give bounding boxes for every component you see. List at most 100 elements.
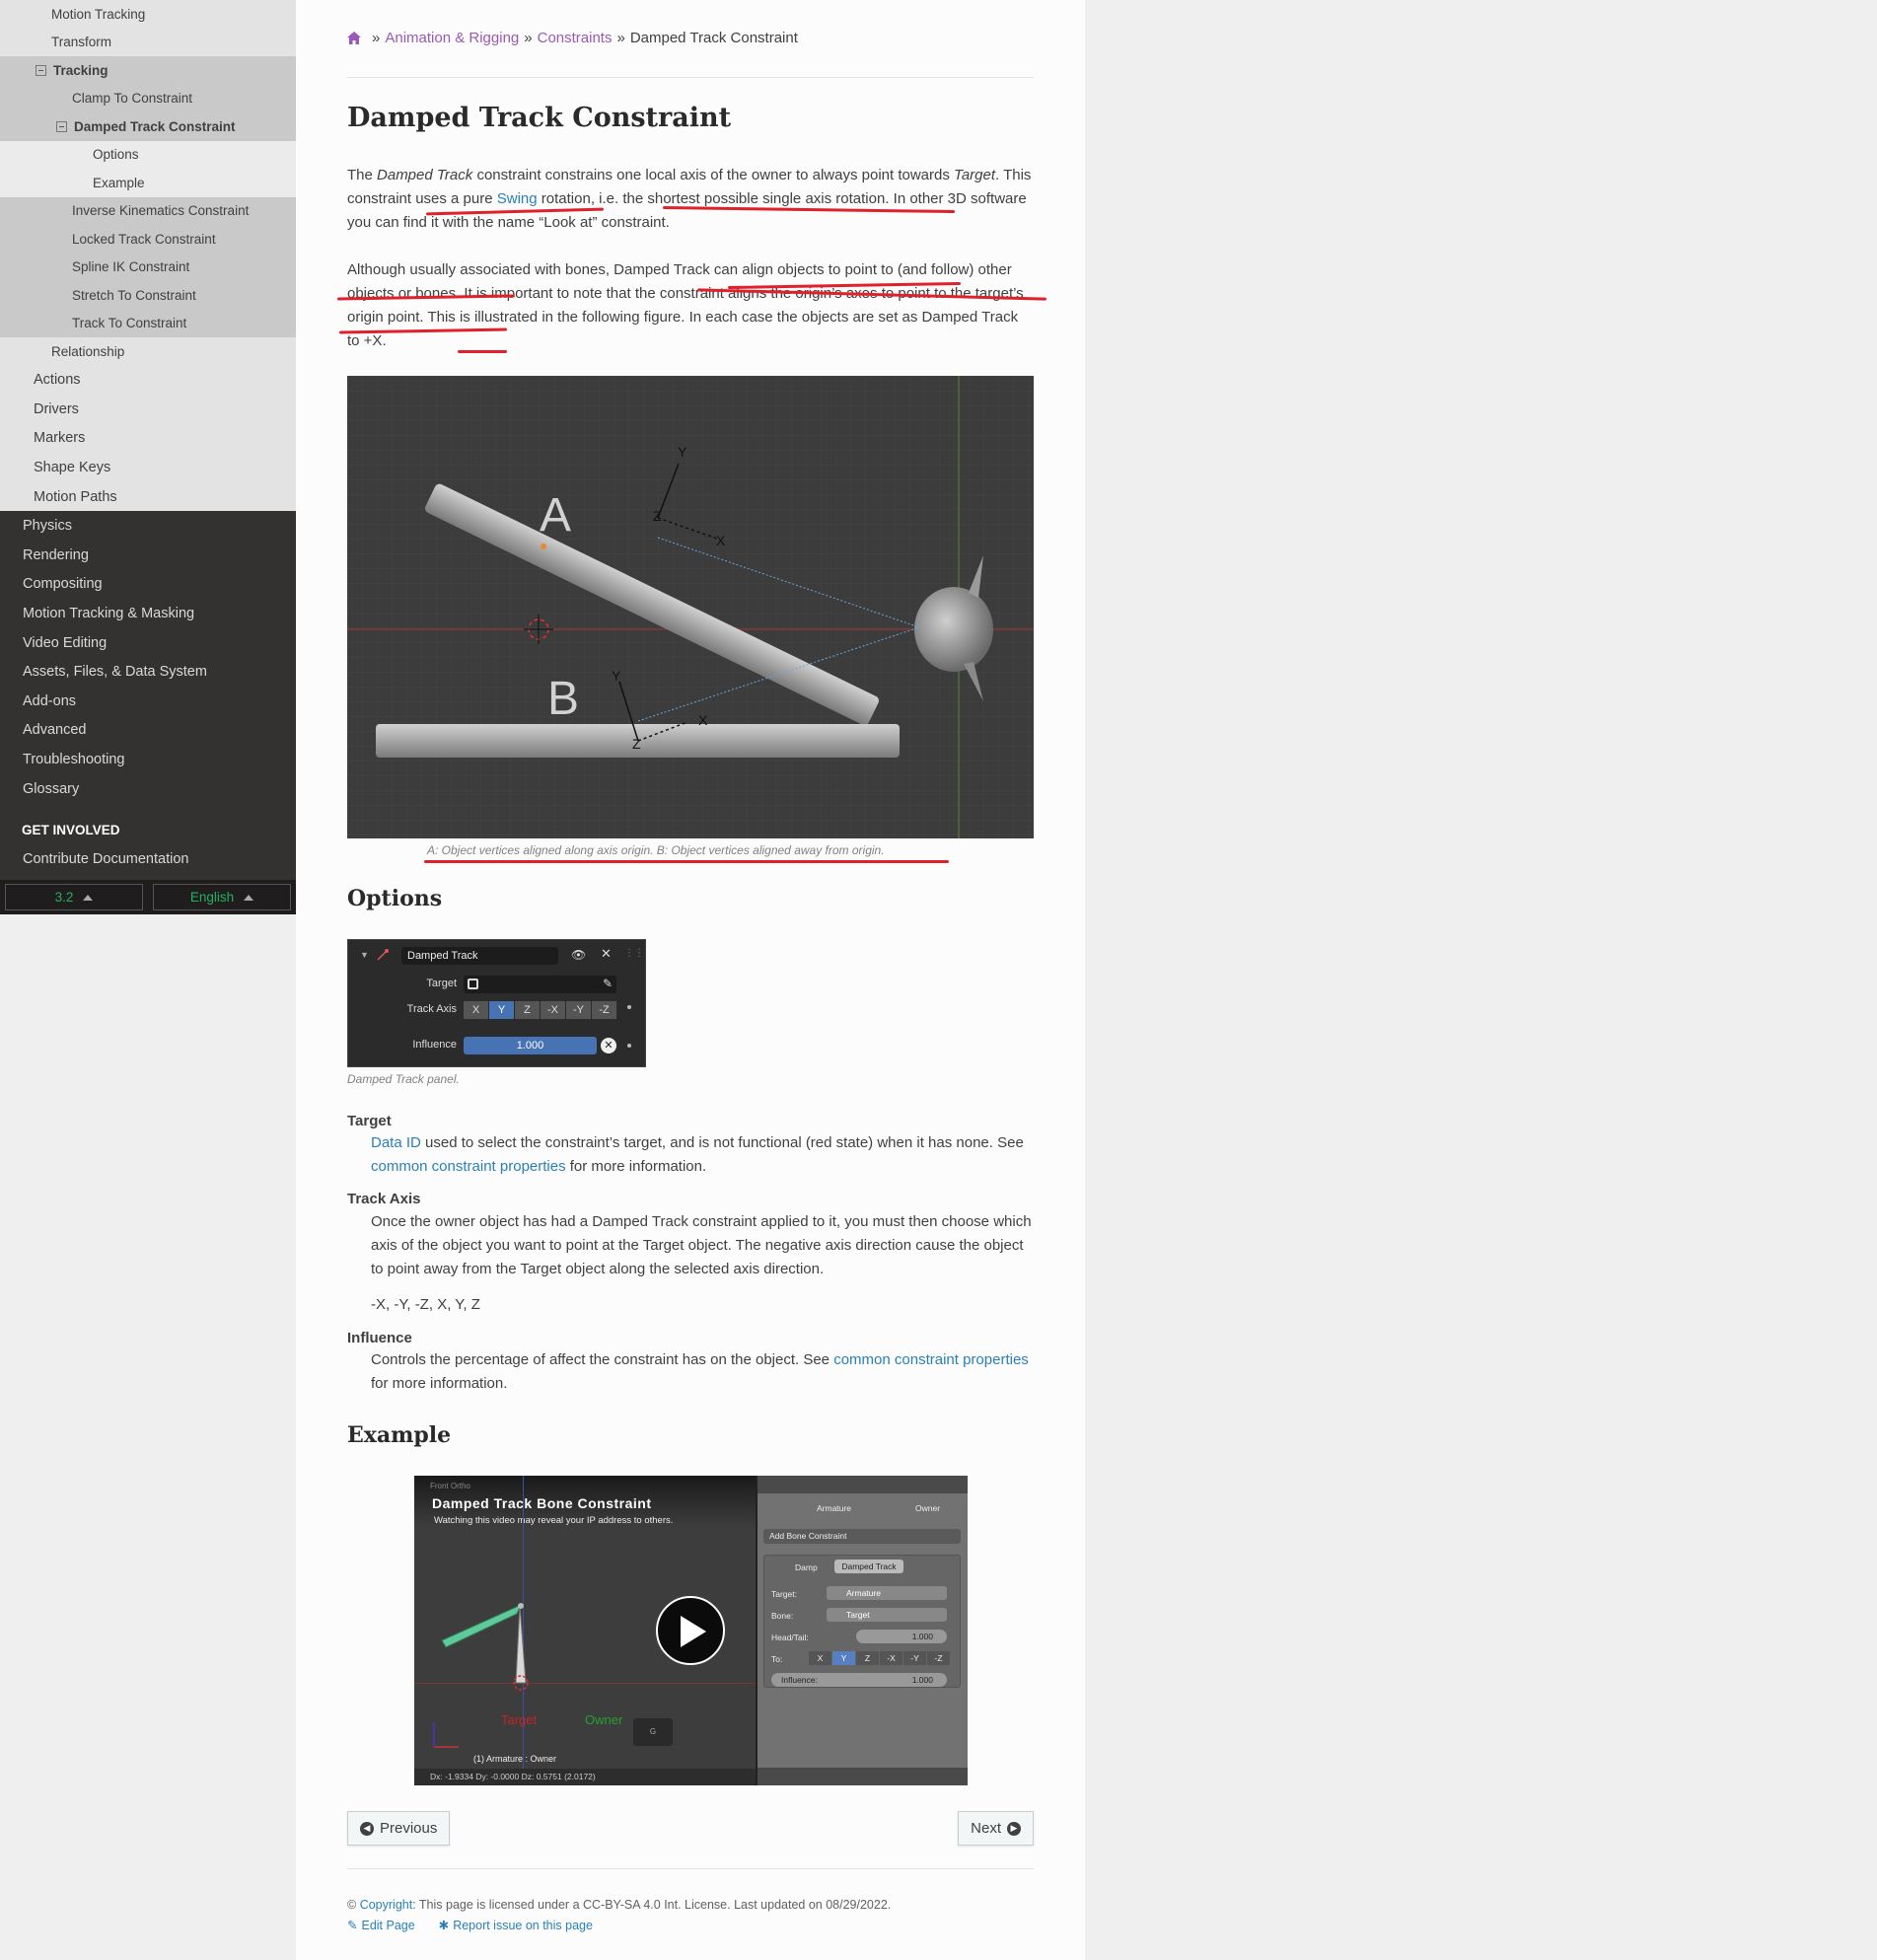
eyedropper-icon[interactable]: ✎: [603, 977, 613, 990]
collapse-toggle-icon[interactable]: [56, 120, 67, 132]
visibility-eye-icon[interactable]: 👁: [571, 948, 586, 962]
keyframe-dot-icon[interactable]: [627, 1044, 631, 1048]
breadcrumb-animation-rigging[interactable]: Animation & Rigging: [385, 30, 519, 46]
track-axis-values: -X, -Y, -Z, X, Y, Z: [371, 1296, 480, 1313]
video-embed[interactable]: Front Ortho Damped Track Bone Constraint…: [414, 1476, 968, 1785]
figure-label-b: B: [547, 673, 579, 725]
term-track-axis: Track Axis: [347, 1191, 421, 1207]
sidebar-item-actions[interactable]: Actions: [0, 365, 296, 396]
sidebar-item-motion-paths[interactable]: Motion Paths: [0, 481, 296, 512]
breadcrumb-constraints[interactable]: Constraints: [538, 30, 613, 46]
version-dropdown[interactable]: 3.2: [5, 884, 143, 910]
figure-axis-label: Y: [612, 668, 621, 684]
video-axis-y: Y: [832, 1651, 855, 1665]
video-axis-z: Z: [856, 1651, 879, 1665]
figure-axis-label: X: [716, 533, 726, 548]
sidebar-item-track-to[interactable]: Track To Constraint: [0, 309, 296, 337]
origin-dot: [541, 544, 546, 549]
viewport-owner-label: Owner: [585, 1712, 623, 1727]
influence-slider[interactable]: 1.000: [464, 1037, 597, 1054]
panel-to-label: To:: [771, 1654, 783, 1664]
sidebar-item-contribute[interactable]: Contribute Documentation: [0, 844, 296, 874]
sidebar-item-markers[interactable]: Markers: [0, 423, 296, 454]
sidebar-item-rendering[interactable]: Rendering: [0, 541, 296, 570]
panel-headtail-label: Head/Tail:: [771, 1633, 809, 1642]
edit-page-link[interactable]: ✎ Edit Page: [347, 1918, 415, 1933]
sidebar-item-physics[interactable]: Physics: [0, 511, 296, 541]
axis-button-y[interactable]: Y: [489, 1001, 514, 1019]
sidebar-item-video-editing[interactable]: Video Editing: [0, 628, 296, 658]
sidebar-item-clamp-to[interactable]: Clamp To Constraint: [0, 84, 296, 112]
sidebar-item-ik[interactable]: Inverse Kinematics Constraint: [0, 196, 296, 225]
version-label: 3.2: [54, 890, 74, 905]
sidebar-item-example[interactable]: Example: [0, 169, 296, 197]
sidebar-nav: Motion Tracking Transform Tracking Clamp…: [0, 0, 296, 914]
sidebar-item-advanced[interactable]: Advanced: [0, 716, 296, 746]
language-dropdown[interactable]: English: [153, 884, 291, 910]
sidebar-item-add-ons[interactable]: Add-ons: [0, 687, 296, 716]
constraint-name-field[interactable]: Damped Track: [401, 947, 558, 965]
common-properties-link[interactable]: common constraint properties: [833, 1351, 1029, 1368]
annotation-underline: [458, 350, 507, 353]
axis-button-neg-x[interactable]: -X: [541, 1001, 565, 1019]
collapse-toggle-icon[interactable]: [36, 64, 46, 76]
sidebar-item-troubleshooting[interactable]: Troubleshooting: [0, 745, 296, 774]
section-example-heading: Example: [347, 1422, 452, 1448]
arrow-right-circle-icon: ▶: [1007, 1821, 1021, 1836]
home-icon[interactable]: [347, 32, 361, 44]
sidebar-item-drivers[interactable]: Drivers: [0, 395, 296, 424]
footer-license: © Copyright: This page is licensed under…: [347, 1898, 891, 1912]
sidebar-item-tracking[interactable]: Tracking: [0, 56, 296, 85]
next-button[interactable]: Next ▶: [958, 1811, 1034, 1846]
report-issue-link[interactable]: ✱ Report issue on this page: [439, 1918, 593, 1933]
add-bone-constraint-dropdown: Add Bone Constraint: [763, 1529, 961, 1544]
sidebar-item-locked-track[interactable]: Locked Track Constraint: [0, 225, 296, 254]
disable-keep-icon[interactable]: ✕: [601, 1038, 616, 1053]
swing-link[interactable]: Swing: [497, 190, 538, 207]
drag-handle-icon[interactable]: ⋮⋮: [624, 948, 644, 959]
footer-links: ✎ Edit Page ✱ Report issue on this page: [347, 1918, 593, 1933]
copyright-link[interactable]: Copyright: [360, 1898, 413, 1912]
sidebar-item-transform[interactable]: Transform: [0, 28, 296, 56]
axis-button-z[interactable]: Z: [515, 1001, 540, 1019]
sidebar-item-stretch-to[interactable]: Stretch To Constraint: [0, 281, 296, 310]
video-axis-neg-y: -Y: [903, 1651, 926, 1665]
common-properties-link[interactable]: common constraint properties: [371, 1158, 566, 1175]
panel-bone-value: Target: [827, 1608, 947, 1622]
sidebar-item-compositing[interactable]: Compositing: [0, 570, 296, 600]
sidebar-item-shape-keys[interactable]: Shape Keys: [0, 453, 296, 482]
video-properties-panel: Armature Owner Add Bone Constraint Damp …: [756, 1476, 968, 1785]
viewport-coordinates: Dx: -1.9334 Dy: -0.0000 Dz: 0.5751 (2.01…: [414, 1769, 756, 1785]
video-axis-neg-x: -X: [880, 1651, 902, 1665]
arrow-left-circle-icon: ◀: [360, 1821, 374, 1836]
play-button[interactable]: [656, 1596, 725, 1665]
data-id-link[interactable]: Data ID: [371, 1134, 421, 1151]
collapse-arrow-icon: ▼: [360, 950, 369, 960]
axis-button-neg-y[interactable]: -Y: [566, 1001, 591, 1019]
panel-label-target: Target: [426, 978, 457, 989]
sidebar-item-motion-tracking[interactable]: Motion Tracking: [0, 0, 296, 29]
axis-button-x[interactable]: X: [464, 1001, 488, 1019]
figure-axis-label: X: [698, 712, 708, 728]
sidebar-item-glossary[interactable]: Glossary: [0, 774, 296, 804]
axis-button-neg-z[interactable]: -Z: [592, 1001, 616, 1019]
sidebar-item-relationship[interactable]: Relationship: [0, 337, 296, 366]
sidebar-item-damped-track[interactable]: Damped Track Constraint: [0, 112, 296, 141]
viewport-status: (1) Armature : Owner: [473, 1754, 557, 1764]
close-icon[interactable]: ✕: [601, 946, 612, 962]
sidebar-item-motion-tracking-masking[interactable]: Motion Tracking & Masking: [0, 599, 296, 628]
sidebar-item-options[interactable]: Options: [0, 140, 296, 169]
keyframe-dot-icon[interactable]: [627, 1005, 631, 1009]
term-target: Target: [347, 1113, 392, 1129]
page-title: Damped Track Constraint: [347, 103, 732, 133]
emphasis: Target: [954, 167, 996, 183]
panel-influence-field: Influence: 1.000: [771, 1673, 947, 1687]
figure-caption: A: Object vertices aligned along axis or…: [427, 843, 885, 857]
target-field[interactable]: ✎: [464, 976, 616, 993]
previous-button[interactable]: ◀ Previous: [347, 1811, 451, 1846]
panel-influence-label: Influence:: [781, 1675, 818, 1685]
sidebar-item-assets[interactable]: Assets, Files, & Data System: [0, 657, 296, 687]
sidebar-item-spline-ik[interactable]: Spline IK Constraint: [0, 253, 296, 281]
version-switcher: 3.2 English: [0, 880, 296, 914]
divider: [347, 1868, 1034, 1869]
